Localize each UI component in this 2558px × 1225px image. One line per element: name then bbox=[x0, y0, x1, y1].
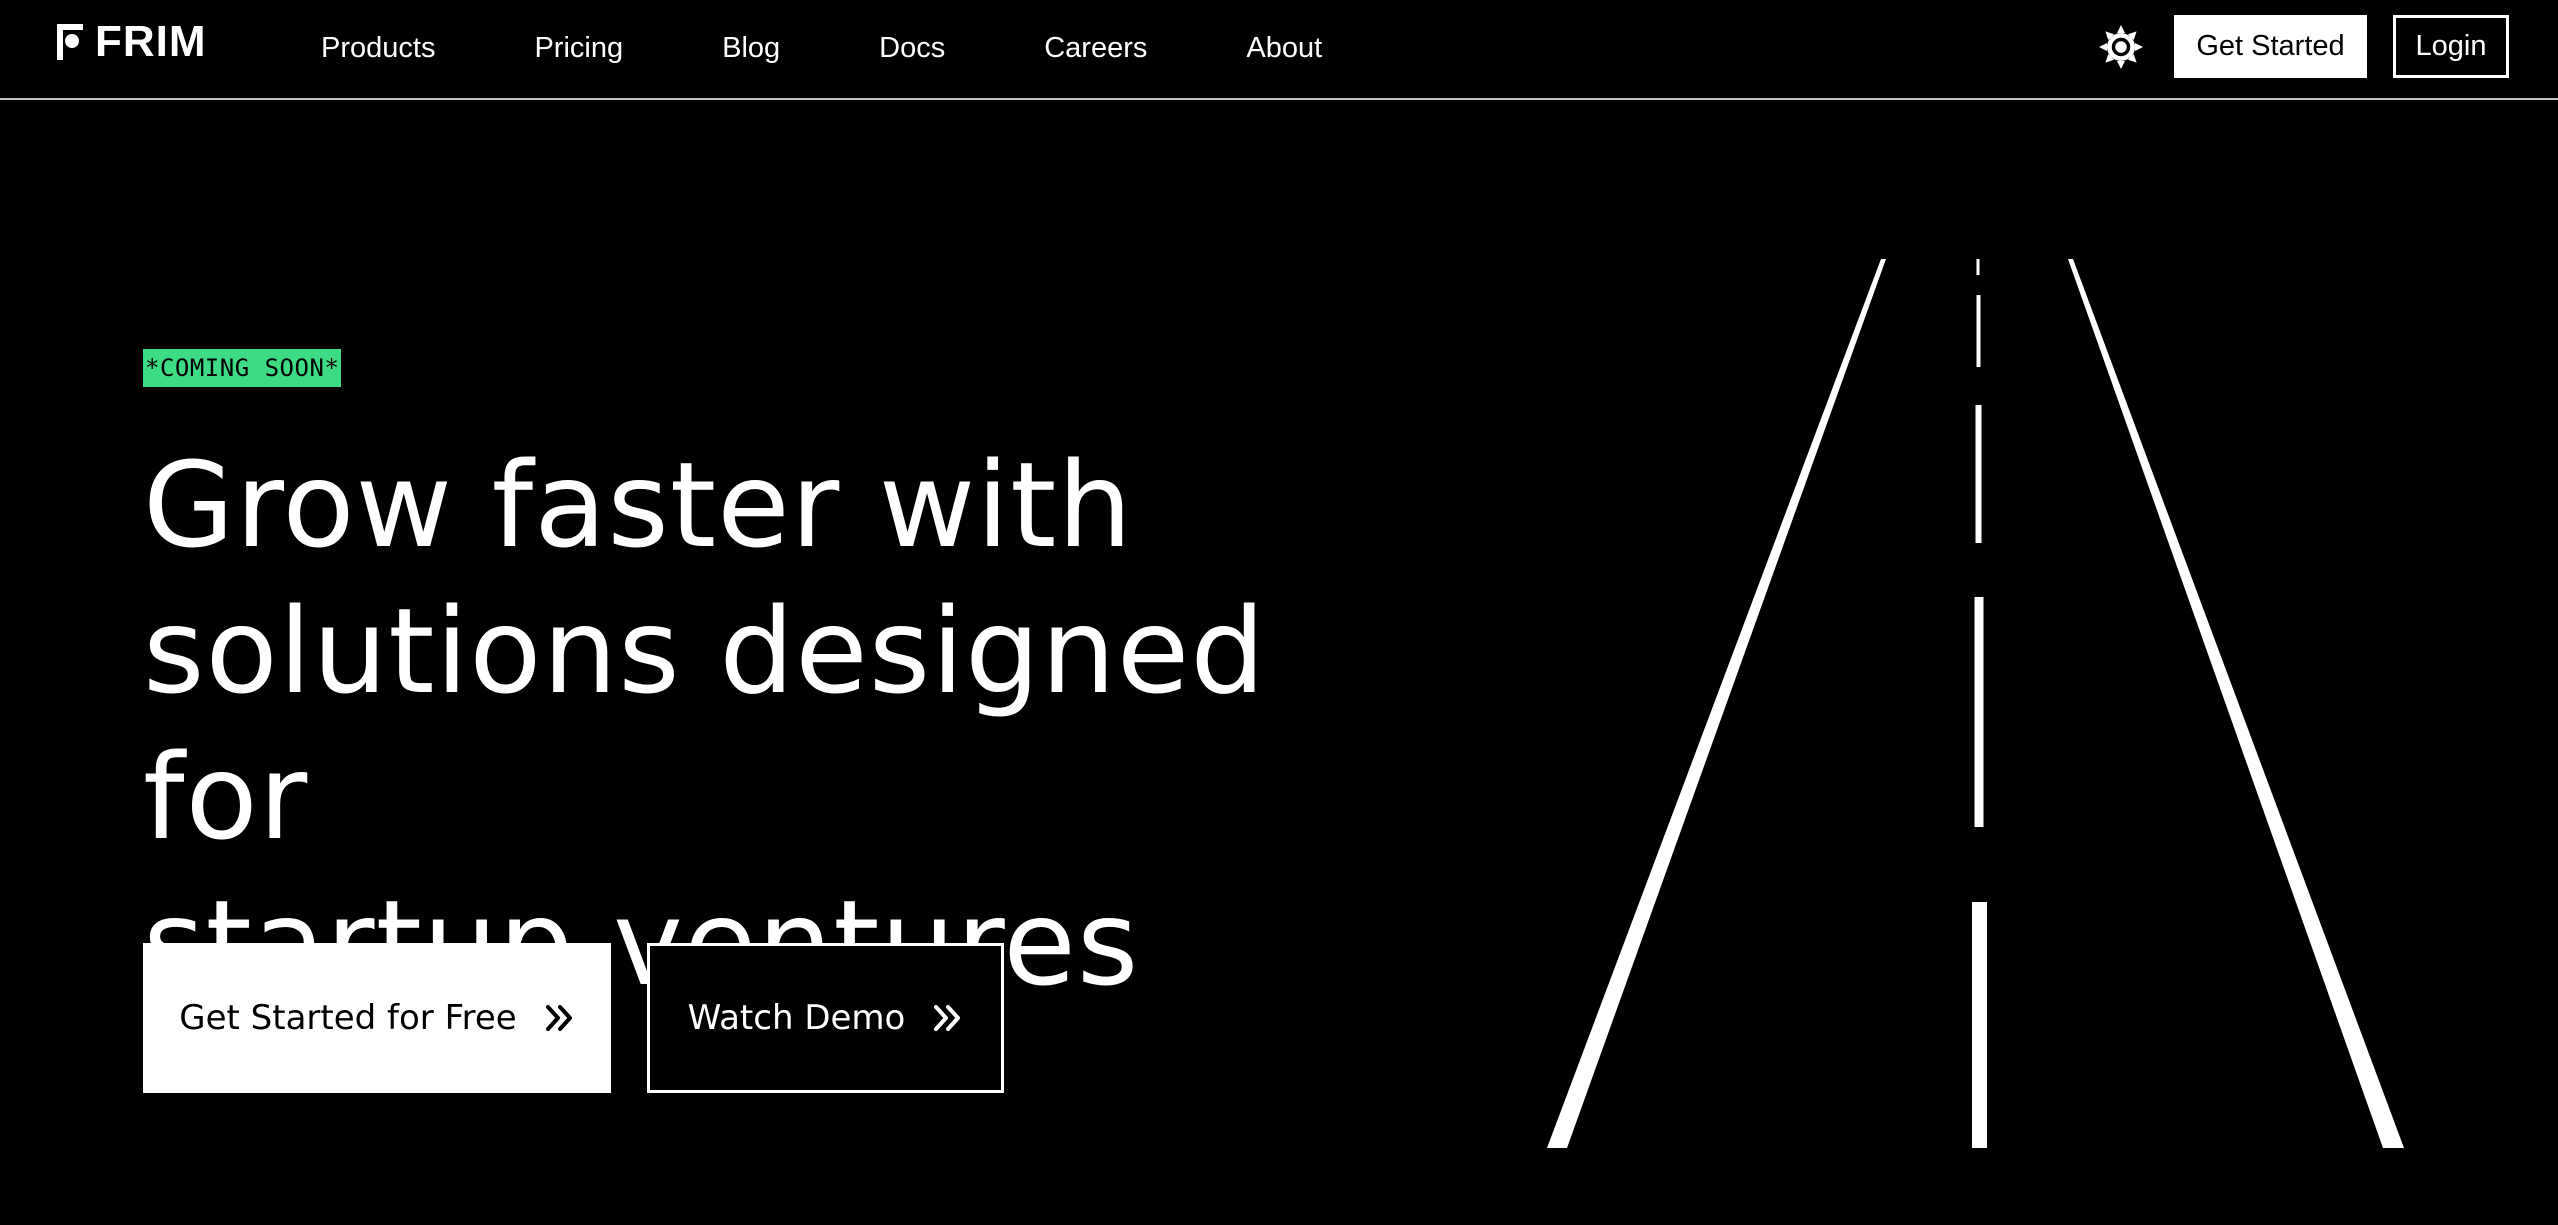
road-center-dash bbox=[1972, 902, 1987, 1148]
login-button[interactable]: Login bbox=[2393, 15, 2509, 78]
road-center-dash bbox=[1975, 405, 1982, 543]
nav-docs[interactable]: Docs bbox=[879, 0, 945, 96]
hero-headline: Grow faster with solutions designed for … bbox=[143, 432, 1393, 1016]
sun-icon bbox=[2099, 25, 2143, 69]
headline-line-1: Grow faster with bbox=[143, 436, 1134, 574]
logo-link[interactable]: FRIM bbox=[55, 17, 207, 66]
double-chevron-right-icon bbox=[934, 1005, 961, 1031]
nav-about[interactable]: About bbox=[1246, 0, 1322, 96]
coming-soon-badge: *COMING SOON* bbox=[143, 349, 342, 387]
double-chevron-right-icon bbox=[545, 1005, 572, 1031]
get-started-free-label: Get Started for Free bbox=[179, 998, 517, 1038]
watch-demo-button[interactable]: Watch Demo bbox=[647, 943, 1004, 1093]
site-header: FRIM Products Pricing Blog Docs Careers … bbox=[0, 0, 2558, 100]
road-center-dash bbox=[1976, 259, 1980, 275]
headline-line-2: solutions designed for bbox=[143, 582, 1267, 866]
nav-products[interactable]: Products bbox=[321, 0, 435, 96]
get-started-free-button[interactable]: Get Started for Free bbox=[143, 943, 611, 1093]
road-center-dash bbox=[1976, 295, 1981, 367]
road-center-dash bbox=[1974, 597, 1984, 827]
main-nav: Products Pricing Blog Docs Careers About bbox=[321, 0, 1421, 96]
nav-careers[interactable]: Careers bbox=[1044, 0, 1147, 96]
nav-blog[interactable]: Blog bbox=[722, 0, 780, 96]
nav-pricing[interactable]: Pricing bbox=[534, 0, 623, 96]
road-illustration bbox=[1547, 259, 2404, 1148]
watch-demo-label: Watch Demo bbox=[687, 998, 906, 1038]
get-started-button[interactable]: Get Started bbox=[2174, 15, 2367, 78]
road-right-edge bbox=[2068, 259, 2404, 1148]
theme-toggle-button[interactable] bbox=[2098, 24, 2144, 70]
logo-text: FRIM bbox=[95, 17, 207, 66]
road-left-edge bbox=[1547, 259, 1886, 1148]
frim-logo-icon bbox=[57, 24, 83, 60]
